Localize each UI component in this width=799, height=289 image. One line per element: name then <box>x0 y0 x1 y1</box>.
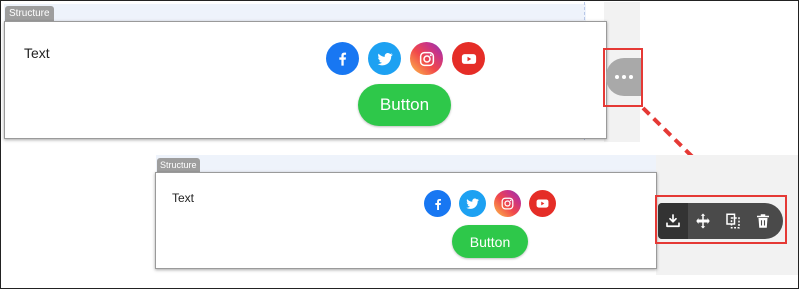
button-element[interactable]: Button <box>452 225 528 258</box>
facebook-icon[interactable] <box>424 190 451 217</box>
structure-tab[interactable]: Structure <box>157 158 200 172</box>
twitter-icon[interactable] <box>459 190 486 217</box>
structure-block[interactable]: Text Button <box>155 172 657 269</box>
youtube-icon[interactable] <box>529 190 556 217</box>
toolbar-highlight <box>655 195 787 244</box>
canvas-background <box>156 155 656 173</box>
instagram-icon[interactable] <box>494 190 521 217</box>
text-element[interactable]: Text <box>172 191 194 205</box>
